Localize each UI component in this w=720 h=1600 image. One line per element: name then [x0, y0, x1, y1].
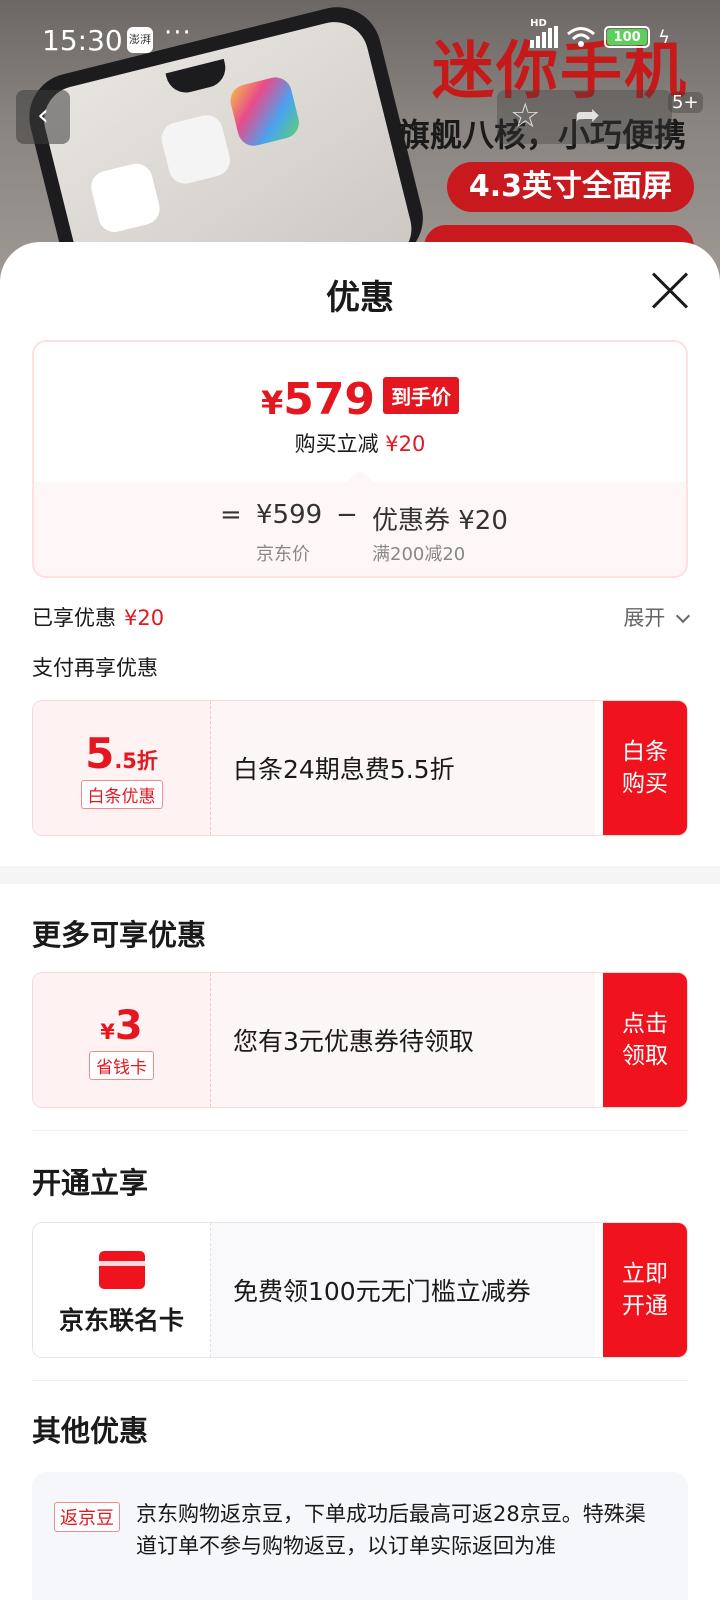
- discount-sheet: 优惠 ¥579 到手价 购买立减 ¥20 = ¥599 京东价 − 优惠券 ¥20…: [0, 242, 720, 1600]
- jd-beans-desc: 京东购物返京豆，下单成功后最高可返28京豆。特殊渠道订单不参与购物返豆，以订单实…: [136, 1502, 646, 1558]
- battery-icon: 100: [604, 26, 651, 48]
- jd-beans-badge: 返京豆: [54, 1502, 120, 1532]
- saving-card-badge: 省钱卡: [89, 1051, 154, 1080]
- minus-sign: −: [336, 500, 358, 530]
- charging-icon: ϟ: [658, 26, 670, 48]
- coupon-amount-big: 3: [114, 1003, 143, 1049]
- chevron-down-icon: [675, 608, 691, 624]
- price-breakdown: ¥579 到手价 购买立减 ¥20 = ¥599 京东价 − 优惠券 ¥20 满2…: [32, 340, 688, 578]
- status-time: 15:30: [42, 24, 123, 57]
- final-price: 579: [283, 374, 376, 425]
- coupon-currency: ¥: [100, 1020, 115, 1044]
- section-divider: [0, 866, 720, 884]
- baitiao-offer-card: 5.5折 白条优惠 白条24期息费5.5折 白条购买: [32, 700, 688, 836]
- equals-sign: =: [220, 500, 242, 530]
- sheet-title: 优惠: [326, 278, 394, 318]
- open-card-button[interactable]: 立即开通: [603, 1223, 687, 1357]
- claim-coupon-button[interactable]: 点击领取: [603, 973, 687, 1107]
- jd-beans-offer: 返京豆 京东购物返京豆，下单成功后最高可返28京豆。特殊渠道订单不参与购物返豆，…: [32, 1472, 688, 1600]
- jd-price: ¥599: [256, 500, 323, 530]
- signal-icon: [530, 26, 559, 48]
- credit-card-icon: [98, 1251, 145, 1289]
- close-icon[interactable]: [650, 270, 690, 310]
- more-count-badge[interactable]: 5+: [668, 92, 703, 113]
- coupon-rule: 满200减20: [372, 544, 466, 565]
- jd-price-label: 京东价: [256, 544, 310, 565]
- back-icon: ‹: [37, 98, 49, 133]
- hd-label: HD: [530, 18, 547, 29]
- baitiao-badge: 白条优惠: [80, 780, 163, 809]
- baitiao-discount-small: .5折: [114, 749, 158, 773]
- separator: [32, 1130, 688, 1131]
- more-notifications-icon: ···: [164, 18, 192, 48]
- more-discounts-title: 更多可享优惠: [32, 918, 207, 952]
- wifi-icon: [567, 27, 596, 47]
- share-icon[interactable]: ➦: [575, 98, 600, 133]
- banner-pill: 4.3英寸全面屏: [446, 162, 694, 212]
- enjoyed-discount: 已享优惠 ¥20: [32, 606, 165, 630]
- coupon-amount: 优惠券 ¥20: [372, 506, 508, 536]
- back-button[interactable]: ‹: [16, 90, 70, 144]
- pay-more-label: 支付再享优惠: [32, 656, 158, 680]
- other-discounts-title: 其他优惠: [32, 1414, 149, 1448]
- instant-discount-label: 购买立减: [294, 432, 379, 456]
- cobrand-desc: 免费领100元无门槛立减券: [233, 1277, 531, 1306]
- final-price-tag: 到手价: [383, 377, 460, 414]
- open-enjoy-title: 开通立享: [32, 1166, 149, 1200]
- cobrand-card-name: 京东联名卡: [58, 1306, 184, 1335]
- status-bar: 15:30 澎湃 ··· HD 100 ϟ: [0, 0, 720, 80]
- star-icon[interactable]: ☆: [510, 96, 540, 136]
- instant-discount-value: ¥20: [385, 432, 426, 456]
- baitiao-discount-big: 5: [85, 729, 115, 778]
- separator: [32, 1380, 688, 1381]
- cobrand-card-offer: 京东联名卡 免费领100元无门槛立减券 立即开通: [32, 1222, 688, 1358]
- baitiao-buy-button[interactable]: 白条购买: [603, 701, 687, 835]
- expand-button[interactable]: 展开: [623, 602, 691, 632]
- coupon-desc: 您有3元优惠券待领取: [233, 1027, 474, 1056]
- final-price-currency: ¥: [260, 384, 284, 422]
- coupon-offer-card: ¥3 省钱卡 您有3元优惠券待领取 点击领取: [32, 972, 688, 1108]
- app-notification-icon: 澎湃: [127, 27, 153, 53]
- baitiao-desc: 白条24期息费5.5折: [233, 755, 455, 784]
